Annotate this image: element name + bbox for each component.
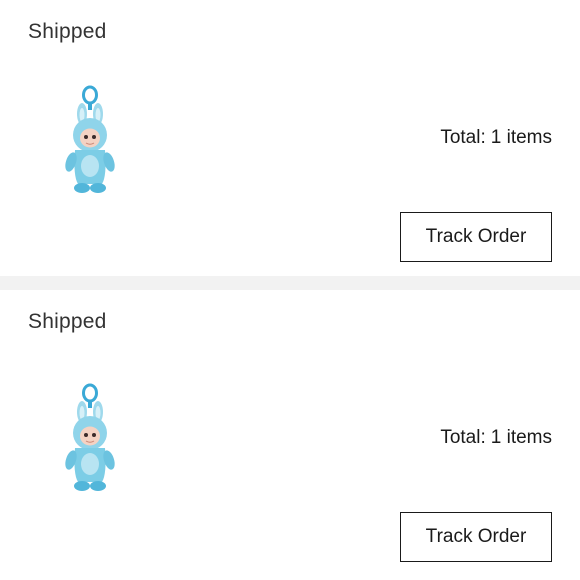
order-total: Total: 1 items: [440, 427, 552, 449]
order-status: Shipped: [28, 310, 107, 333]
order-total-label: Total:: [440, 127, 486, 148]
track-order-button[interactable]: Track Order: [400, 512, 552, 562]
section-divider: [0, 276, 580, 290]
product-thumbnail[interactable]: [54, 84, 126, 196]
order-card: Shipped Total: 1 items Track Order: [0, 0, 580, 276]
orders-list: Shipped Total: 1 items Track Order Shippe…: [0, 0, 580, 580]
order-total: Total: 1 items: [440, 127, 552, 149]
order-card: Shipped Total: 1 items Track Order: [0, 290, 580, 580]
track-order-button[interactable]: Track Order: [400, 212, 552, 262]
order-total-value: 1 items: [490, 427, 552, 448]
order-status: Shipped: [28, 20, 107, 43]
order-total-value: 1 items: [490, 127, 552, 148]
order-total-label: Total:: [440, 427, 486, 448]
product-thumbnail[interactable]: [54, 382, 126, 494]
